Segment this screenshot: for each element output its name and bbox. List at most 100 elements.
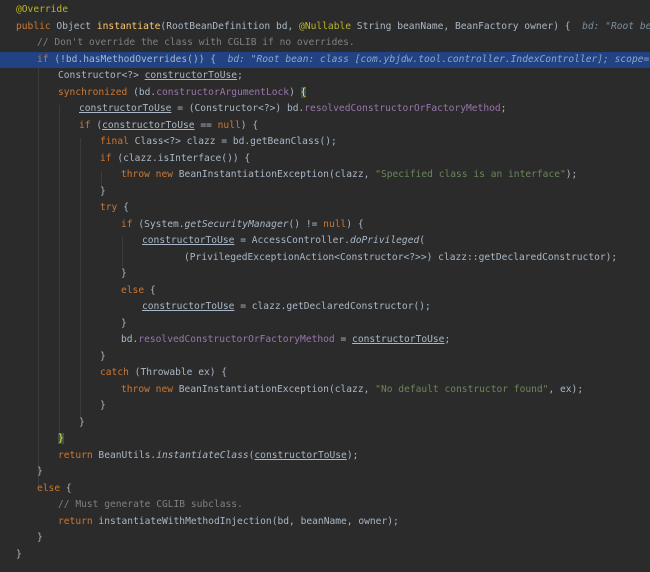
code-line[interactable]: } [0, 464, 650, 481]
code-line[interactable]: } [0, 184, 650, 201]
code-text: { [60, 482, 72, 494]
code-text: BeanInstantiationException(clazz, [173, 169, 376, 180]
field: resolvedConstructorOrFactoryMethod [304, 103, 501, 114]
code-text: (bd. [127, 86, 157, 98]
current-execution-line[interactable]: if (!bd.hasMethodOverrides()) { bd: "Roo… [0, 51, 650, 68]
code-text: == [194, 119, 218, 131]
keyword: new [155, 383, 173, 395]
variable: constructorToUse [352, 334, 445, 345]
code-line[interactable]: // Don't override the class with CGLIB i… [0, 35, 650, 52]
code-line[interactable]: } [0, 547, 650, 564]
code-text: = clazz.getDeclaredConstructor(); [234, 301, 431, 312]
matched-brace: } [58, 433, 64, 444]
code-line[interactable]: if (System.getSecurityManager() != null)… [0, 217, 650, 234]
code-text: ; [237, 70, 243, 81]
keyword: final [100, 136, 129, 147]
static-method: instantiateClass [156, 449, 249, 461]
keyword: return [58, 515, 93, 527]
code-line[interactable]: } [0, 316, 650, 333]
code-text: ) { [346, 218, 364, 230]
code-line[interactable]: return instantiateWithMethodInjection(bd… [0, 514, 650, 531]
code-text: } [37, 532, 43, 543]
code-line[interactable]: // Must generate CGLIB subclass. [0, 497, 650, 514]
code-line[interactable]: try { [0, 200, 650, 217]
keyword: throw [121, 383, 150, 395]
keyword: throw [121, 169, 150, 180]
comment: // Must generate CGLIB subclass. [58, 499, 243, 510]
code-text: } [100, 350, 106, 362]
annotation: @Nullable [299, 20, 352, 32]
code-text: BeanUtils. [92, 449, 157, 461]
debug-inline-value: bd: "Root bean: class [ [582, 20, 650, 32]
comment: // Don't override the class with CGLIB i… [37, 37, 355, 48]
variable: constructorToUse [102, 119, 195, 131]
code-text: } [79, 416, 85, 428]
keyword: null [217, 119, 241, 131]
code-line[interactable]: public Object instantiate(RootBeanDefini… [0, 19, 650, 36]
code-line[interactable]: } [0, 530, 650, 547]
code-line[interactable]: final Class<?> clazz = bd.getBeanClass()… [0, 134, 650, 151]
code-text: ( [90, 119, 103, 131]
static-method: doPrivileged [349, 235, 420, 246]
code-text: } [100, 400, 106, 411]
code-text: , ex); [548, 383, 584, 395]
keyword: public [16, 20, 51, 32]
code-text: String beanName, BeanFactory owner) { [351, 20, 583, 32]
code-line[interactable]: } [0, 266, 650, 283]
code-text: (clazz.isInterface()) { [111, 152, 251, 164]
keyword: return [58, 449, 93, 461]
code-line[interactable]: constructorToUse = clazz.getDeclaredCons… [0, 299, 650, 316]
keyword: else [121, 284, 145, 296]
code-text: (PrivilegedExceptionAction<Constructor<?… [184, 251, 618, 263]
static-method: getSecurityManager [184, 218, 289, 230]
variable: constructorToUse [142, 301, 235, 312]
keyword: if [79, 119, 91, 131]
code-text: ); [346, 449, 359, 461]
code-text: ) [289, 86, 301, 98]
code-line[interactable]: } [0, 415, 650, 432]
variable: constructorToUse [142, 235, 235, 246]
keyword: if [100, 152, 112, 164]
code-line[interactable]: constructorToUse = AccessController.doPr… [0, 233, 650, 250]
code-text: ; [500, 103, 507, 114]
code-line[interactable]: } [0, 431, 650, 448]
code-line[interactable]: } [0, 349, 650, 366]
code-line[interactable]: @Override [0, 2, 650, 19]
code-line[interactable]: throw new BeanInstantiationException(cla… [0, 382, 650, 399]
keyword: if [121, 218, 133, 230]
field: resolvedConstructorOrFactoryMethod [138, 334, 335, 345]
code-line[interactable]: } [0, 398, 650, 415]
code-text: } [121, 268, 127, 279]
code-text: ( [419, 235, 426, 246]
code-text: Object [50, 20, 97, 32]
code-text: Constructor<?> [58, 70, 145, 81]
code-text: (Throwable ex) { [128, 367, 228, 378]
code-line[interactable]: else { [0, 481, 650, 498]
code-line[interactable]: if (clazz.isInterface()) { [0, 151, 650, 168]
code-line[interactable]: catch (Throwable ex) { [0, 365, 650, 382]
variable: constructorToUse [144, 70, 238, 81]
code-text: = AccessController. [234, 235, 350, 246]
code-line[interactable]: return BeanUtils.instantiateClass(constr… [0, 448, 650, 465]
code-line[interactable]: if (constructorToUse == null) { [0, 118, 650, 135]
code-line[interactable]: bd.resolvedConstructorOrFactoryMethod = … [0, 332, 650, 349]
code-line[interactable]: Constructor<?> constructorToUse; [0, 68, 650, 85]
keyword: if [37, 53, 49, 65]
code-text: } [16, 548, 22, 560]
field: constructorArgumentLock [156, 86, 290, 98]
code-text: ) { [240, 119, 259, 131]
code-text: (RootBeanDefinition bd, [160, 20, 300, 32]
debug-inline-value: bd: "Root bean: class [com.ybjdw.tool.co… [227, 53, 650, 65]
code-text: = (Constructor<?>) bd. [171, 103, 305, 114]
code-line[interactable]: (PrivilegedExceptionAction<Constructor<?… [0, 250, 650, 267]
matched-brace: { [300, 86, 307, 98]
code-line[interactable]: synchronized (bd.constructorArgumentLock… [0, 85, 650, 102]
code-line[interactable]: throw new BeanInstantiationException(cla… [0, 167, 650, 184]
code-text: } [121, 317, 127, 329]
code-line[interactable]: else { [0, 283, 650, 300]
code-line[interactable]: constructorToUse = (Constructor<?>) bd.r… [0, 101, 650, 118]
code-text: BeanInstantiationException(clazz, [173, 383, 376, 395]
code-text: } [100, 185, 106, 197]
code-editor[interactable]: @Override public Object instantiate(Root… [0, 0, 650, 572]
code-text: ); [565, 169, 578, 180]
